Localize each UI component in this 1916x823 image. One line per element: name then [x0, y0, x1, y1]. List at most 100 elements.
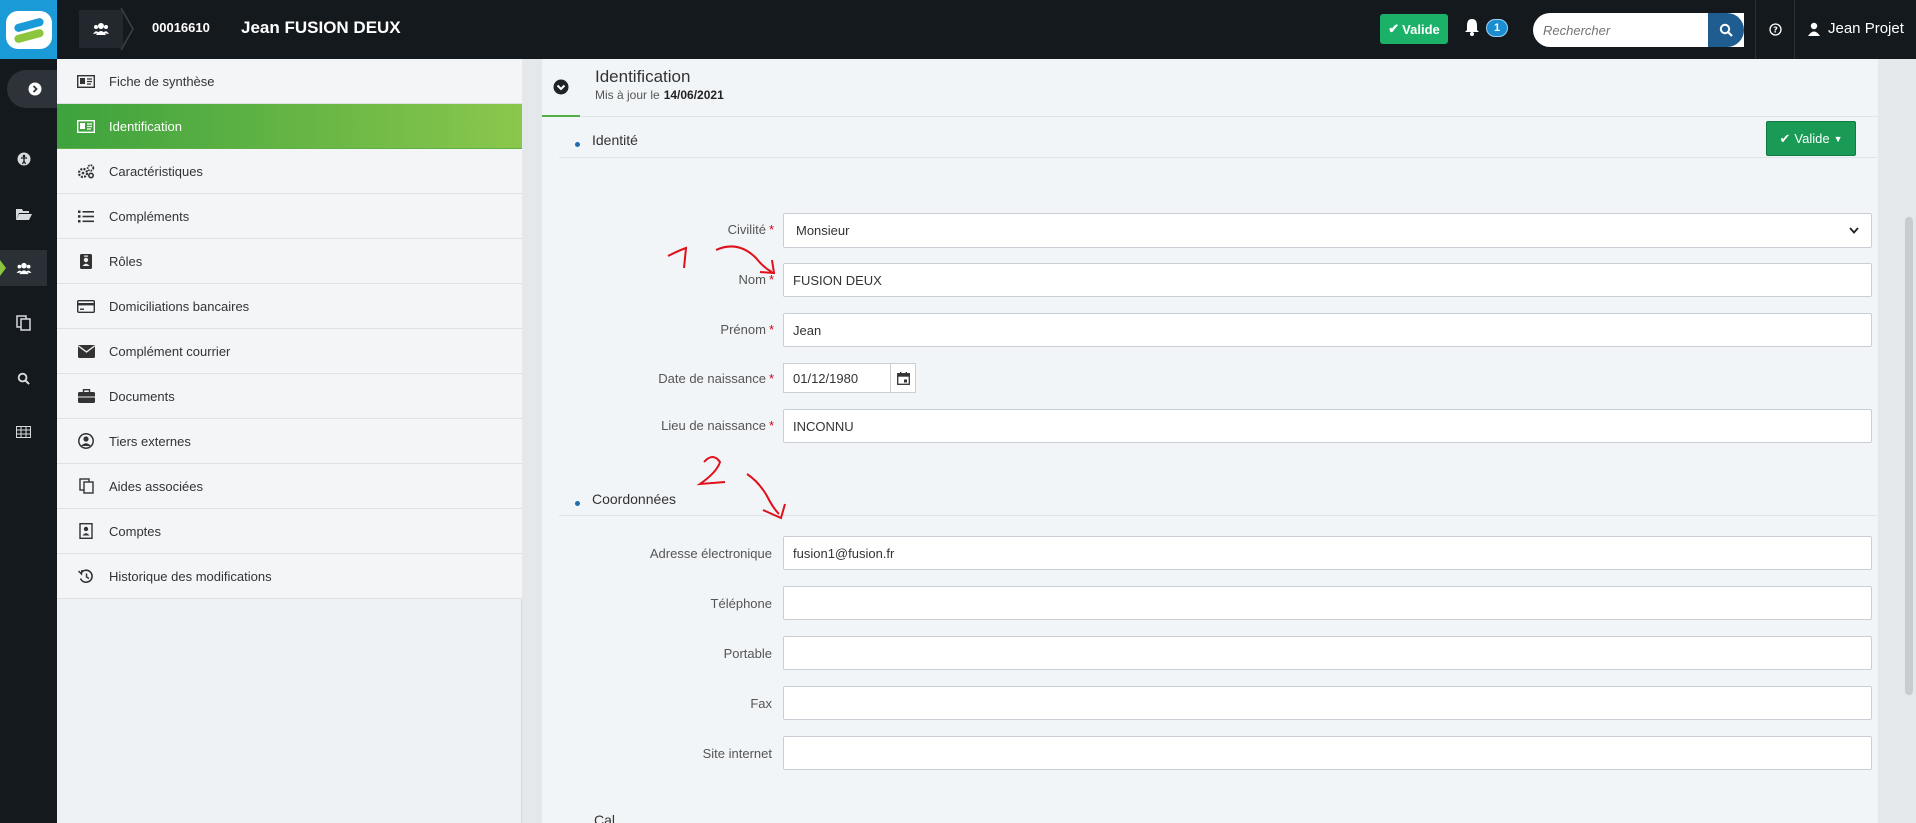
- expand-menu-button[interactable]: [7, 70, 63, 108]
- help-button[interactable]: ?: [1755, 0, 1795, 59]
- panel-title: Identification: [595, 67, 691, 86]
- id-card-icon: [77, 72, 95, 90]
- id-badge-icon: [77, 252, 95, 270]
- nom-label: Nom *: [738, 272, 774, 287]
- rail-tiers[interactable]: [0, 250, 47, 286]
- date-picker-button[interactable]: [890, 363, 916, 393]
- sidebar-item-complement-courrier[interactable]: Complément courrier: [57, 329, 522, 374]
- table-icon: [16, 426, 31, 438]
- section-title-coordonnees: Coordonnées: [592, 491, 677, 507]
- site-internet-field: [783, 736, 1872, 770]
- sidebar-item-roles[interactable]: Rôles: [57, 239, 522, 284]
- telephone-label: Téléphone: [710, 596, 772, 611]
- sidebar-item-aides-associees[interactable]: Aides associées: [57, 464, 522, 509]
- chevron-down-icon: [553, 79, 569, 95]
- panel-header: Identification Mis à jour le 14/06/2021: [542, 59, 1878, 117]
- portable-label: Portable: [723, 646, 772, 661]
- chevron-right-icon: [28, 82, 42, 96]
- status-badge[interactable]: ✔ Valide: [1380, 14, 1448, 44]
- sidebar-item-domiciliations[interactable]: Domiciliations bancaires: [57, 284, 522, 329]
- lieu-naissance-field: [783, 409, 1872, 443]
- dossier-name: Jean FUSION DEUX: [241, 18, 401, 37]
- accessibility-icon: [17, 152, 30, 166]
- sidebar-item-comptes[interactable]: Comptes: [57, 509, 522, 554]
- lieu-naissance-label: Lieu de naissance *: [661, 418, 774, 433]
- rail-documents[interactable]: [0, 305, 47, 341]
- sidebar-item-fiche-synthese[interactable]: Fiche de synthèse: [57, 59, 522, 104]
- site-internet-input[interactable]: [784, 737, 1871, 769]
- chevron-down-icon: [1849, 227, 1859, 234]
- lieu-naissance-input[interactable]: [784, 410, 1871, 442]
- list-icon: [77, 207, 95, 225]
- prenom-field: [783, 313, 1872, 347]
- section-divider: [559, 157, 1877, 158]
- date-naissance-label: Date de naissance *: [658, 371, 774, 386]
- civilite-select[interactable]: Monsieur: [783, 213, 1872, 248]
- user-icon: [1808, 22, 1820, 36]
- folder-open-icon: [15, 208, 32, 220]
- telephone-input[interactable]: [784, 587, 1871, 619]
- rail-search[interactable]: [0, 360, 47, 396]
- check-icon: ✔: [1779, 130, 1791, 146]
- search-button[interactable]: [1708, 13, 1744, 47]
- rail-accessibility[interactable]: [0, 141, 47, 177]
- user-menu[interactable]: Jean Projet: [1808, 20, 1904, 37]
- portable-field: [783, 636, 1872, 670]
- bell-icon[interactable]: [1464, 18, 1480, 36]
- icon-rail: [0, 59, 63, 823]
- briefcase-icon: [77, 387, 95, 405]
- address-card-icon: [77, 522, 95, 540]
- credit-card-icon: [77, 297, 95, 315]
- prenom-label: Prénom *: [720, 322, 774, 337]
- envelope-icon: [77, 342, 95, 360]
- search-icon: [1719, 23, 1733, 37]
- last-updated: Mis à jour le 14/06/2021: [595, 88, 724, 102]
- annotation-mark-2: 2: [700, 460, 701, 461]
- notification-count[interactable]: 1: [1486, 19, 1508, 37]
- email-label: Adresse électronique: [649, 546, 772, 561]
- email-field: [783, 536, 1872, 570]
- rail-table[interactable]: [0, 414, 47, 450]
- users-icon[interactable]: [79, 10, 123, 48]
- history-icon: [77, 567, 95, 585]
- section-bullet: [575, 501, 580, 506]
- site-internet-label: Site internet: [702, 746, 772, 761]
- sidebar-item-caracteristiques[interactable]: Caractéristiques: [57, 149, 522, 194]
- sidebar-item-identification[interactable]: Identification: [57, 104, 522, 149]
- users-icon: [16, 262, 31, 274]
- main-content: Identification Mis à jour le 14/06/2021 I…: [522, 59, 1916, 823]
- fax-label: Fax: [750, 696, 772, 711]
- sidebar-item-complements[interactable]: Compléments: [57, 194, 522, 239]
- main-scrollbar[interactable]: [1902, 59, 1916, 823]
- fax-input[interactable]: [784, 687, 1871, 719]
- check-icon: ✔: [1388, 21, 1400, 36]
- svg-text:?: ?: [1773, 26, 1778, 35]
- section-title-partial: Cal...: [594, 812, 627, 823]
- caret-down-icon: ▼: [1833, 133, 1843, 144]
- breadcrumb-chevron-icon: [120, 8, 134, 50]
- section-title-identite: Identité: [592, 132, 638, 148]
- sidebar-item-historique[interactable]: Historique des modifications: [57, 554, 522, 599]
- telephone-field: [783, 586, 1872, 620]
- sidebar-item-documents[interactable]: Documents: [57, 374, 522, 419]
- question-icon: ?: [1768, 23, 1782, 36]
- status-dropdown-button[interactable]: ✔ Valide ▼: [1766, 121, 1856, 156]
- email-input[interactable]: [784, 537, 1871, 569]
- user-circle-icon: [77, 432, 95, 450]
- app-logo[interactable]: [0, 0, 57, 59]
- date-naissance-input[interactable]: [784, 364, 890, 392]
- prenom-input[interactable]: [784, 314, 1871, 346]
- nom-input[interactable]: [784, 264, 1871, 296]
- rail-folders[interactable]: [0, 196, 47, 232]
- search-icon: [17, 372, 30, 385]
- date-naissance-field: [783, 363, 890, 393]
- civilite-label: Civilité *: [727, 222, 774, 237]
- sidebar-item-tiers-externes[interactable]: Tiers externes: [57, 419, 522, 464]
- id-card-icon: [77, 117, 95, 135]
- portable-input[interactable]: [784, 637, 1871, 669]
- identification-panel: Identification Mis à jour le 14/06/2021 I…: [542, 59, 1878, 823]
- collapse-panel-button[interactable]: [542, 59, 580, 117]
- section-divider: [559, 515, 1877, 516]
- calendar-icon: [896, 371, 910, 385]
- scrollbar-thumb[interactable]: [1905, 217, 1913, 695]
